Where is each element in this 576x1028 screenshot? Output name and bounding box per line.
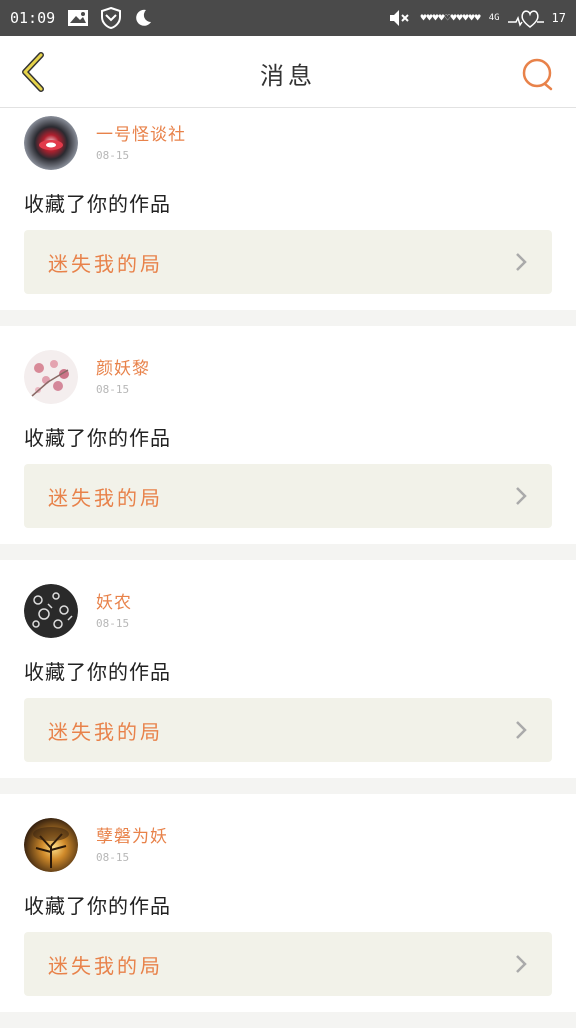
network-type: 4G <box>488 13 500 23</box>
signal-hearts: ♥♥♥♥♡♥♥♥♥♥ <box>420 12 481 24</box>
status-bar: 01:09 ♥♥♥♥♡♥♥♥♥♥ 4G 17 <box>0 0 576 36</box>
status-time: 01:09 <box>10 9 56 27</box>
work-link[interactable]: 迷失我的局 <box>24 932 552 996</box>
username-link[interactable]: 颜妖黎 <box>96 354 150 379</box>
chevron-right-icon <box>514 485 528 507</box>
shield-icon <box>101 7 122 29</box>
avatar[interactable] <box>24 350 78 404</box>
notification-date: 08-15 <box>96 383 130 396</box>
notification-card: 颜妖黎 08-15 收藏了你的作品 迷失我的局 <box>0 326 576 544</box>
work-title: 迷失我的局 <box>48 719 163 744</box>
notification-action-text: 收藏了你的作品 <box>24 894 171 918</box>
avatar[interactable] <box>24 116 78 170</box>
notification-action-text: 收藏了你的作品 <box>24 192 171 216</box>
notification-card: 一号怪谈社 08-15 收藏了你的作品 迷失我的局 <box>0 108 576 310</box>
notification-card: 孽磐为妖 08-15 收藏了你的作品 迷失我的局 <box>0 794 576 1012</box>
username-link[interactable]: 一号怪谈社 <box>96 120 186 145</box>
moon-icon <box>133 8 153 28</box>
avatar[interactable] <box>24 818 78 872</box>
username-link[interactable]: 孽磐为妖 <box>96 822 168 847</box>
notification-list: 一号怪谈社 08-15 收藏了你的作品 迷失我的局 颜妖黎 08-15 收藏了你… <box>0 108 576 1028</box>
image-icon <box>67 9 89 27</box>
chevron-right-icon <box>514 719 528 741</box>
notification-action-text: 收藏了你的作品 <box>24 426 171 450</box>
work-link[interactable]: 迷失我的局 <box>24 230 552 294</box>
search-icon <box>521 57 555 91</box>
notification-date: 08-15 <box>96 617 130 630</box>
work-title: 迷失我的局 <box>48 251 163 276</box>
work-link[interactable]: 迷失我的局 <box>24 464 552 528</box>
page-title: 消息 <box>260 62 316 90</box>
chevron-right-icon <box>514 953 528 975</box>
battery-heart-icon <box>507 7 544 29</box>
notification-date: 08-15 <box>96 149 130 162</box>
notification-action-text: 收藏了你的作品 <box>24 660 171 684</box>
notification-card: 妖农 08-15 收藏了你的作品 迷失我的局 <box>0 560 576 778</box>
chevron-right-icon <box>514 251 528 273</box>
work-title: 迷失我的局 <box>48 485 163 510</box>
work-title: 迷失我的局 <box>48 953 163 978</box>
username-link[interactable]: 妖农 <box>96 588 132 613</box>
notification-date: 08-15 <box>96 851 130 864</box>
nav-bar: 消息 <box>0 36 576 108</box>
mute-icon <box>388 8 412 28</box>
avatar[interactable] <box>24 584 78 638</box>
search-button[interactable] <box>518 54 558 94</box>
battery-level: 17 <box>551 11 566 25</box>
work-link[interactable]: 迷失我的局 <box>24 698 552 762</box>
